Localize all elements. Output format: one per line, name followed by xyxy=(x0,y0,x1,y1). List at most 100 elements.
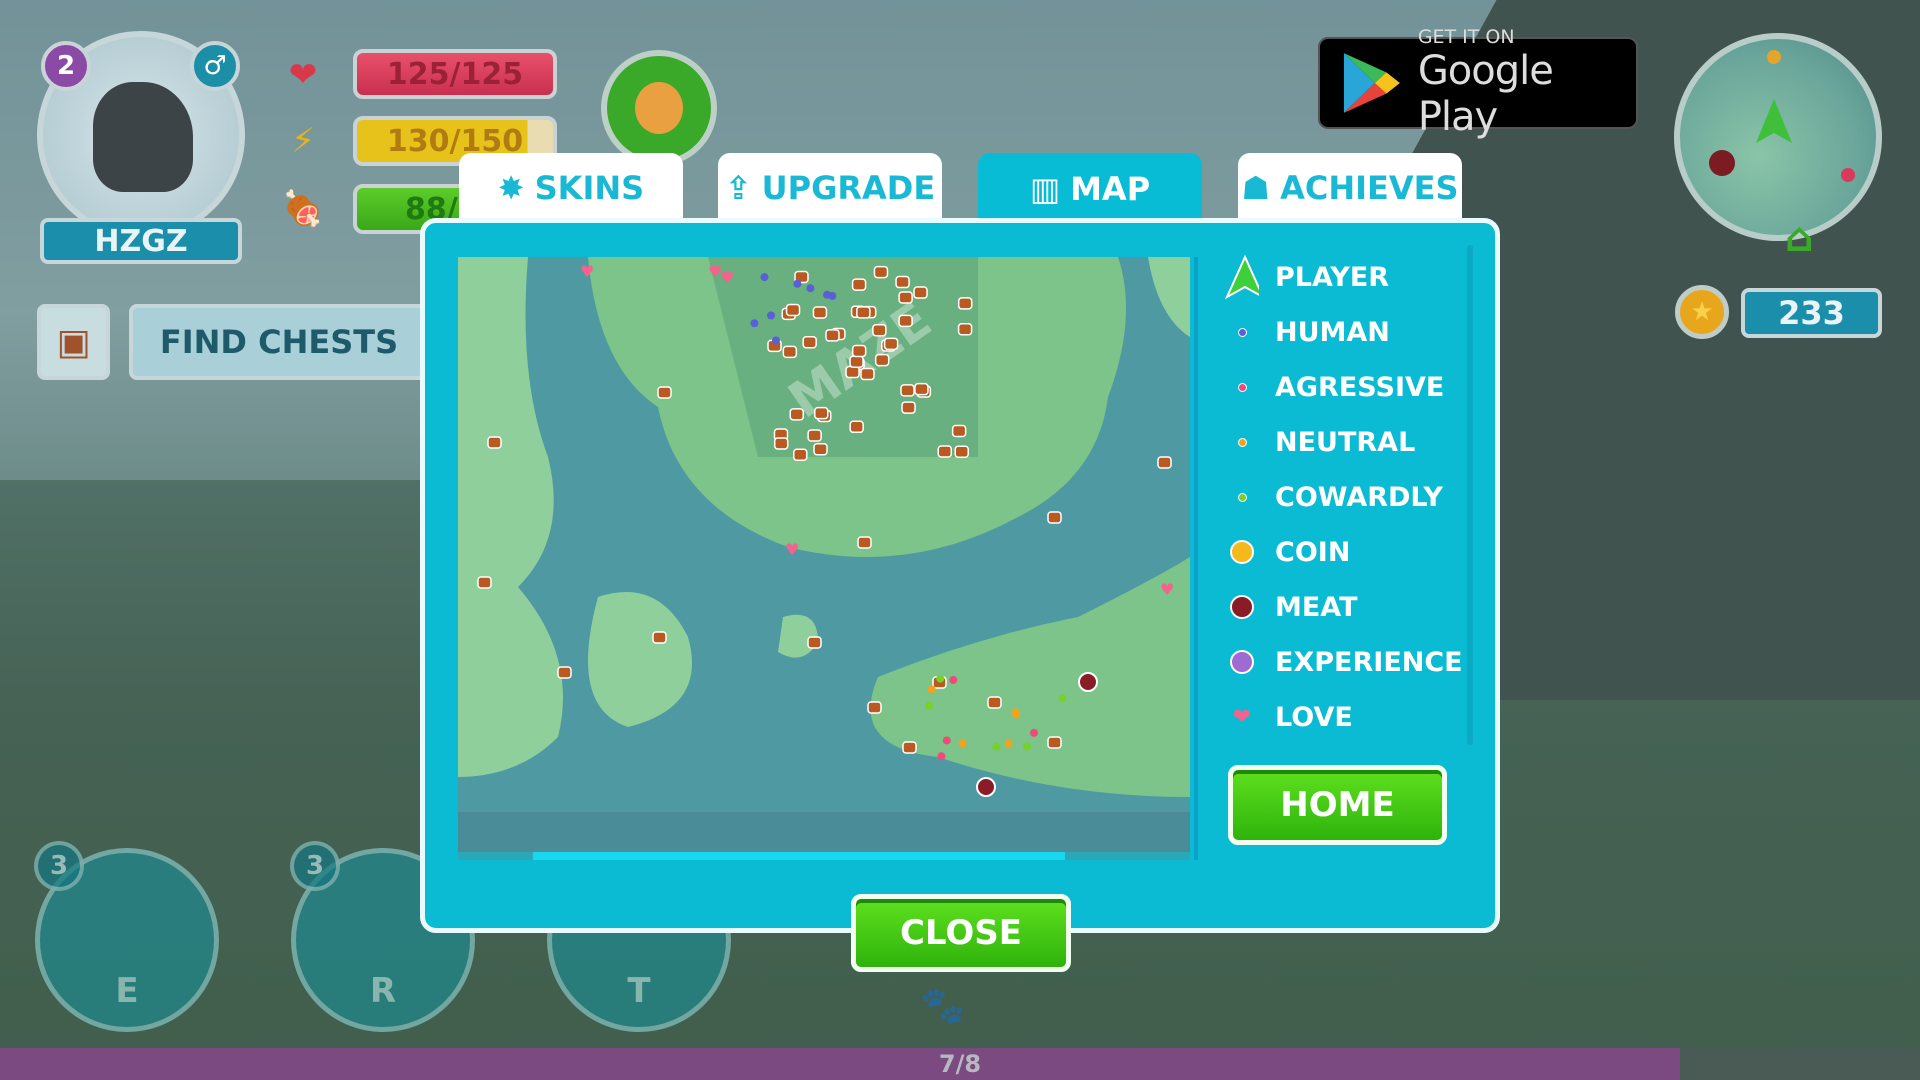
human-marker-icon xyxy=(793,279,802,288)
tab-label: SKINS xyxy=(534,169,645,207)
love-marker-icon: ♥ xyxy=(580,262,594,281)
leather-icon: ✸ xyxy=(497,169,525,207)
legend-scrollbar[interactable] xyxy=(1467,245,1473,745)
animal-marker-icon xyxy=(942,736,951,745)
love-marker-icon: ♥ xyxy=(1160,580,1174,599)
animal-marker-icon xyxy=(1012,710,1021,719)
love-marker-icon: ❤ xyxy=(1232,704,1252,730)
home-button[interactable]: HOME xyxy=(1228,765,1447,845)
ability-key: E xyxy=(115,971,139,1011)
chest-marker-icon xyxy=(789,408,805,421)
google-play-logo-icon xyxy=(1343,53,1400,113)
legend-label: AGRESSIVE xyxy=(1275,371,1445,403)
chest-marker-icon xyxy=(557,666,572,679)
chest-marker-icon xyxy=(957,322,973,336)
skins-button[interactable] xyxy=(601,50,717,166)
chest-marker-icon xyxy=(807,429,822,442)
legend-label: LOVE xyxy=(1275,701,1353,733)
animal-marker-icon xyxy=(949,675,958,684)
animal-marker-icon xyxy=(1004,739,1013,748)
legend-label: COIN xyxy=(1275,536,1351,568)
chest-marker-icon xyxy=(812,306,828,319)
chest-marker-icon xyxy=(957,297,973,310)
chest-marker-icon xyxy=(937,445,953,458)
legend-item-cowardly: COWARDLY xyxy=(1225,475,1465,519)
chest-marker-icon xyxy=(825,329,840,342)
chest-marker-icon xyxy=(1047,511,1062,524)
chest-marker-icon xyxy=(849,420,864,434)
chest-marker-icon xyxy=(1047,736,1062,749)
google-play-text: Google Play xyxy=(1417,48,1554,140)
chest-marker-icon xyxy=(802,336,817,349)
animal-marker-icon xyxy=(937,752,946,761)
minimap[interactable] xyxy=(1674,33,1882,241)
map-divider xyxy=(1194,257,1198,860)
meat-marker-icon xyxy=(1078,672,1098,692)
legend-label: PLAYER xyxy=(1275,261,1390,293)
legend-item-neutral: NEUTRAL xyxy=(1225,420,1465,464)
map-icon: ▥ xyxy=(1029,170,1061,208)
find-chests-button[interactable]: FIND CHESTS xyxy=(129,304,429,380)
coin-icon: ★ xyxy=(1675,285,1729,339)
chest-marker-icon xyxy=(883,337,899,351)
meat-icon: 🍖 xyxy=(281,189,325,229)
chest-marker-icon xyxy=(657,386,672,399)
chest-marker-icon xyxy=(849,355,864,368)
chest-marker-icon xyxy=(487,436,502,449)
tab-upgrade[interactable]: ⇪ UPGRADE xyxy=(718,153,942,223)
island-northeast xyxy=(1148,257,1190,337)
chest-marker-icon xyxy=(867,701,882,714)
close-button[interactable]: CLOSE xyxy=(851,894,1071,972)
chest-marker-icon xyxy=(793,448,808,462)
neutral-marker-icon xyxy=(1225,437,1259,447)
tab-skins[interactable]: ✸ SKINS xyxy=(459,153,683,223)
legend-item-experience: EXPERIENCE xyxy=(1225,640,1465,684)
chest-marker-icon xyxy=(813,442,828,456)
world-map[interactable]: MAZE ♥ ♥ ♥ ♥ ♥ xyxy=(458,257,1190,860)
chest-marker-icon xyxy=(814,406,829,420)
chest-marker-icon xyxy=(900,384,915,397)
legend-label: COWARDLY xyxy=(1275,481,1443,513)
animal-marker-icon xyxy=(958,739,967,748)
tab-map[interactable]: ▥ MAP xyxy=(978,153,1202,225)
paw-icon: 🐾 xyxy=(920,986,965,1027)
tab-achieves[interactable]: ☗ ACHIEVES xyxy=(1238,153,1462,223)
chest-marker-icon xyxy=(901,401,916,414)
experience-marker-icon xyxy=(1225,650,1259,674)
tab-label: UPGRADE xyxy=(761,169,936,207)
chest-marker-icon xyxy=(782,345,798,359)
chest-marker-icon xyxy=(785,303,801,317)
map-horizontal-scrollbar[interactable] xyxy=(458,852,1190,860)
agressive-marker-icon xyxy=(1225,382,1259,392)
ability-count-badge: 3 xyxy=(34,841,84,891)
tab-label: MAP xyxy=(1070,170,1151,208)
animal-marker-icon xyxy=(1023,742,1032,751)
human-marker-icon xyxy=(1225,327,1259,337)
human-marker-icon xyxy=(771,336,780,345)
animal-marker-icon xyxy=(925,701,934,710)
legend-item-agressive: AGRESSIVE xyxy=(1225,365,1465,409)
progress-track: 7/8 xyxy=(0,1048,1920,1080)
level-badge: 2 xyxy=(41,41,91,91)
animal-marker-icon xyxy=(1030,728,1039,737)
scrollbar-thumb[interactable] xyxy=(533,852,1065,860)
chest-marker-icon xyxy=(874,353,890,367)
ability-key: T xyxy=(627,971,651,1011)
ability-key: R xyxy=(369,971,397,1011)
health-heart-icon: ❤ xyxy=(288,55,318,95)
chest-marker-icon xyxy=(987,696,1002,709)
love-marker-icon: ♥ xyxy=(720,268,734,287)
home-marker-icon: ⌂ xyxy=(1785,215,1814,261)
chest-marker-icon xyxy=(913,286,928,299)
google-play-badge[interactable]: GET IT ON Google Play xyxy=(1318,26,1638,140)
chest-icon: ▣ xyxy=(37,304,110,380)
chest-marker-icon xyxy=(845,365,860,379)
human-marker-icon xyxy=(806,284,815,293)
chest-marker-icon xyxy=(477,576,492,589)
islet xyxy=(778,614,818,658)
legend-item-player: PLAYER xyxy=(1225,255,1465,299)
progress-label: 7/8 xyxy=(938,1050,982,1078)
island-west xyxy=(458,257,563,777)
coin-counter: 233 xyxy=(1741,288,1882,338)
meat-marker-icon xyxy=(976,777,996,797)
